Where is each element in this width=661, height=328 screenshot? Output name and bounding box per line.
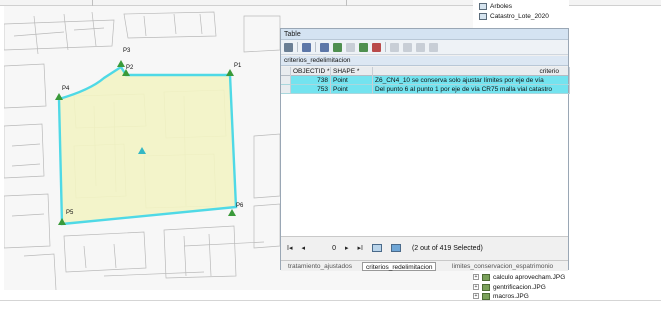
table-row[interactable]: 738 Point Z6_CN4_10 se conserva solo aju… [281,76,570,85]
first-record-icon[interactable]: I◂ [287,244,292,252]
show-all-records-icon[interactable] [371,244,382,252]
grid-header: OBJECTID * SHAPE * criterio [281,67,570,76]
toolbar-separator [385,42,386,52]
image-icon [482,273,490,281]
toc-item-label: macros.JPG [493,292,529,300]
attribute-table-window[interactable]: Table criterios_redelimitacion OBJECTID … [280,28,570,271]
selected-polygon[interactable] [57,65,238,226]
switch-selection-icon[interactable] [333,42,342,52]
toolbar-separator [297,42,298,52]
layer-icon [479,2,487,10]
row-selector[interactable] [281,85,291,94]
toc-item-label: Catastro_Lote_2020 [490,12,549,20]
toc-item-macros[interactable]: + macros.JPG [473,292,529,300]
delete-selected-icon[interactable] [372,42,381,52]
point-label-p6: P6 [236,203,244,209]
last-record-icon[interactable]: ▸I [358,244,363,252]
column-header-shape[interactable]: SHAPE * [331,67,373,76]
screen: P3 P2 P1 P4 P5 P6 Arboles Catastro_Lote_… [0,0,661,328]
field-icon[interactable] [416,42,425,52]
point-label-p2: P2 [126,65,134,71]
cell-shape[interactable]: Point [331,76,373,85]
cell-shape[interactable]: Point [331,85,373,94]
tab-tratamiento-ajustados[interactable]: tratamiento_ajustados [285,262,355,271]
table-tabs: tratamiento_ajustados criterios_redelimi… [281,260,568,271]
toc-item-gentrificacion[interactable]: + gentrificacion.JPG [473,282,546,292]
row-selector[interactable] [281,76,291,85]
toolbar-separator [315,42,316,52]
expand-icon[interactable]: + [473,284,479,290]
show-selected-records-icon[interactable] [390,244,401,252]
vertex-marker-p6[interactable] [228,209,236,216]
cell-objectid[interactable]: 753 [291,85,331,94]
select-by-attributes-icon[interactable] [320,42,329,52]
toc-item-catastro-lote-2020[interactable]: Catastro_Lote_2020 [479,11,549,21]
toc-item-label: Arboles [490,2,513,10]
cell-criterio[interactable]: Del punto 6 al punto 1 por eje de vía CR… [373,85,570,94]
close-x-icon[interactable] [429,42,438,52]
point-label-p3: P3 [123,48,131,54]
cell-objectid[interactable]: 738 [291,76,331,85]
related-tables-icon[interactable] [302,42,311,52]
attribute-grid[interactable]: OBJECTID * SHAPE * criterio 738 Point Z6… [281,67,570,237]
column-header-criterio[interactable]: criterio [373,67,570,76]
expand-icon[interactable]: + [473,274,479,280]
window-title[interactable]: Table [281,29,568,40]
table-row[interactable]: 753 Point Del punto 6 al punto 1 por eje… [281,85,570,94]
table-toolbar [281,40,568,55]
column-header-objectid[interactable]: OBJECTID * [291,67,331,76]
paste-icon[interactable] [403,42,412,52]
toc-item-arboles[interactable]: Arboles [479,1,512,11]
toc-item-calculo[interactable]: + calculo aprovecham.JPG [473,272,565,282]
image-icon [482,283,490,291]
point-label-p1: P1 [234,63,242,69]
tab-limites-conservacion[interactable]: limites_conservacion_espatrimonio [449,262,556,271]
vertex-marker-p3[interactable] [117,60,125,67]
record-navigator: I◂ ◂ 0 ▸ ▸I (2 out of 419 Selected) [287,243,483,253]
next-record-icon[interactable]: ▸ [345,244,349,252]
table-footer: I◂ ◂ 0 ▸ ▸I (2 out of 419 Selected) [281,238,568,260]
image-icon [482,292,490,300]
toc-item-label: gentrificacion.JPG [493,283,546,291]
toc-item-label: calculo aprovecham.JPG [493,273,566,281]
bottom-blank-area [0,300,661,328]
cell-criterio[interactable]: Z6_CN4_10 se conserva solo ajustar límit… [373,76,570,85]
selection-count: (2 out of 419 Selected) [411,244,483,252]
row-selector-header [281,67,291,76]
point-label-p4: P4 [62,86,70,92]
layer-icon [479,12,487,20]
table-name-header: criterios_redelimitacion [281,56,568,66]
expand-icon[interactable]: + [473,293,479,299]
copy-icon[interactable] [390,42,399,52]
previous-record-icon[interactable]: ◂ [301,244,305,252]
tab-criterios-redelimitacion[interactable]: criterios_redelimitacion [362,262,437,271]
vertex-marker-p4[interactable] [55,93,63,100]
table-options-icon[interactable] [284,42,293,52]
vertex-marker-p1[interactable] [226,69,234,76]
clear-selection-icon[interactable] [346,42,355,52]
current-record-field[interactable]: 0 [314,245,336,252]
zoom-to-selected-icon[interactable] [359,42,368,52]
point-label-p5: P5 [66,210,74,216]
